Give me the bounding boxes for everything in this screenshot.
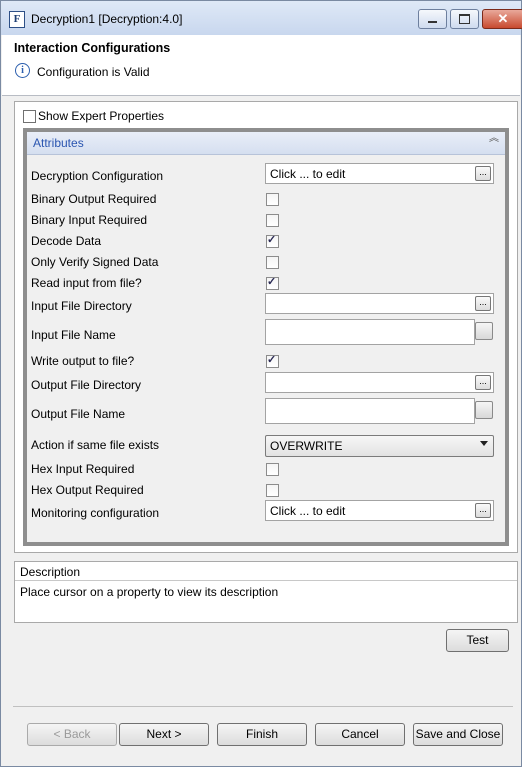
next-button[interactable]: Next > [119, 723, 209, 746]
decryption-configuration-edit-button[interactable]: ... [475, 166, 491, 181]
app-icon: F [9, 11, 25, 28]
output-file-directory-browse-button[interactable]: ... [475, 375, 491, 390]
input-file-name-field[interactable] [265, 319, 475, 345]
close-icon: ✕ [497, 11, 509, 26]
test-button[interactable]: Test [446, 629, 509, 652]
hex-output-required-label: Hex Output Required [31, 483, 144, 497]
decryption-configuration-field[interactable]: Click ... to edit ... [265, 163, 494, 184]
action-if-same-file-exists-select[interactable]: OVERWRITE [265, 435, 494, 457]
description-text: Place cursor on a property to view its d… [20, 585, 279, 599]
binary-input-required-label: Binary Input Required [31, 213, 148, 227]
binary-output-required-label: Binary Output Required [31, 192, 157, 206]
input-file-name-label: Input File Name [31, 328, 116, 342]
write-output-to-file-label: Write output to file? [31, 354, 135, 368]
binary-output-required-checkbox[interactable] [266, 193, 279, 206]
attributes-frame: Attributes ︽ Decryption Configuration Cl… [23, 128, 509, 546]
dropdown-arrow-icon [480, 441, 488, 446]
decode-data-label: Decode Data [31, 234, 102, 248]
monitoring-configuration-label: Monitoring configuration [31, 506, 160, 520]
collapse-icon[interactable]: ︽ [489, 134, 499, 144]
minimize-button[interactable] [418, 9, 447, 29]
hex-output-required-checkbox[interactable] [266, 484, 279, 497]
monitoring-configuration-edit-button[interactable]: ... [475, 503, 491, 518]
dialog-window: F Decryption1 [Decryption:4.0] ✕ Interac… [0, 0, 522, 767]
decode-data-checkbox[interactable] [266, 233, 279, 248]
status-message: Configuration is Valid [37, 65, 150, 79]
input-file-name-button[interactable] [475, 322, 493, 340]
input-file-directory-label: Input File Directory [31, 299, 132, 313]
page-title: Interaction Configurations [14, 41, 171, 55]
maximize-button[interactable] [450, 9, 479, 29]
only-verify-signed-data-checkbox[interactable] [266, 256, 279, 269]
description-title: Description [20, 565, 81, 579]
hex-input-required-label: Hex Input Required [31, 462, 135, 476]
minimize-icon [428, 21, 437, 23]
info-icon: i [15, 63, 30, 78]
description-divider [15, 580, 517, 581]
read-input-from-file-label: Read input from file? [31, 276, 142, 290]
output-file-directory-field[interactable]: ... [265, 372, 494, 393]
cancel-button[interactable]: Cancel [315, 723, 405, 746]
show-expert-checkbox[interactable] [23, 110, 36, 123]
hex-input-required-checkbox[interactable] [266, 463, 279, 476]
footer-divider [13, 706, 513, 707]
action-select-value: OVERWRITE [270, 439, 343, 453]
header-section: Interaction Configurations i Configurati… [2, 35, 520, 96]
monitoring-configuration-value: Click ... to edit [270, 504, 346, 518]
back-button[interactable]: < Back [27, 723, 117, 746]
binary-input-required-checkbox[interactable] [266, 214, 279, 227]
attributes-section: Attributes ︽ Decryption Configuration Cl… [27, 132, 505, 542]
show-expert-label: Show Expert Properties [38, 109, 165, 123]
only-verify-signed-data-label: Only Verify Signed Data [31, 255, 159, 269]
action-if-same-file-exists-label: Action if same file exists [31, 438, 160, 452]
save-and-close-button[interactable]: Save and Close [413, 723, 503, 746]
output-file-name-field[interactable] [265, 398, 475, 424]
title-bar[interactable]: F Decryption1 [Decryption:4.0] ✕ [1, 1, 522, 35]
output-file-name-button[interactable] [475, 401, 493, 419]
attributes-title: Attributes [33, 136, 84, 150]
output-file-name-label: Output File Name [31, 407, 126, 421]
description-panel: Description Place cursor on a property t… [14, 561, 518, 623]
properties-panel: Show Expert Properties Attributes ︽ Decr… [14, 101, 518, 553]
monitoring-configuration-field[interactable]: Click ... to edit ... [265, 500, 494, 521]
output-file-directory-label: Output File Directory [31, 378, 142, 392]
decryption-configuration-label: Decryption Configuration [31, 169, 164, 183]
read-input-from-file-checkbox[interactable] [266, 275, 279, 290]
input-file-directory-field[interactable]: ... [265, 293, 494, 314]
finish-button[interactable]: Finish [217, 723, 307, 746]
maximize-icon [459, 14, 470, 24]
close-button[interactable]: ✕ [482, 9, 522, 29]
decryption-configuration-value: Click ... to edit [270, 167, 346, 181]
window-title: Decryption1 [Decryption:4.0] [31, 12, 183, 26]
attributes-header[interactable]: Attributes ︽ [27, 132, 505, 155]
input-file-directory-browse-button[interactable]: ... [475, 296, 491, 311]
write-output-to-file-checkbox[interactable] [266, 353, 279, 368]
